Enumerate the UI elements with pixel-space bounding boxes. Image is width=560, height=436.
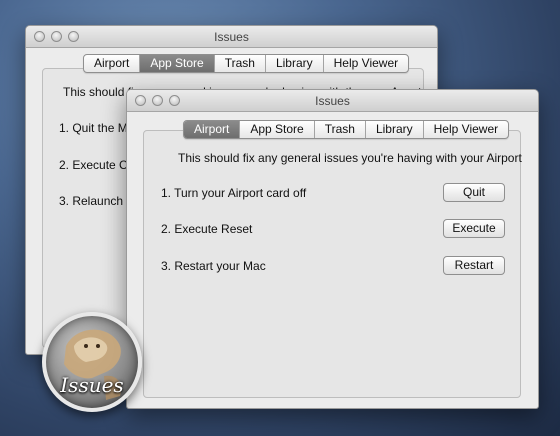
tab-app-store[interactable]: App Store <box>240 121 315 138</box>
tab-trash[interactable]: Trash <box>315 121 366 138</box>
description-text: This should fix any general issues you'r… <box>178 151 522 165</box>
step-3-label: 3. Restart your Mac <box>161 259 266 273</box>
step-1-label: 1. Turn your Airport card off <box>161 186 307 200</box>
window-controls <box>34 31 79 42</box>
tab-trash[interactable]: Trash <box>215 55 266 72</box>
app-icon-label: Issues <box>60 373 124 397</box>
tab-library[interactable]: Library <box>366 121 424 138</box>
execute-button[interactable]: Execute <box>443 219 505 238</box>
tab-content: This should fix any general issues you'r… <box>143 130 522 398</box>
window-title: Issues <box>214 30 249 44</box>
back-window-titlebar[interactable]: Issues <box>26 26 437 48</box>
tab-help-viewer[interactable]: Help Viewer <box>424 121 508 138</box>
tab-help-viewer[interactable]: Help Viewer <box>324 55 408 72</box>
cougar-app-icon[interactable]: Issues <box>42 312 142 412</box>
zoom-window-icon[interactable] <box>68 31 79 42</box>
front-window[interactable]: Issues Airport App Store Trash Library H… <box>126 89 539 409</box>
restart-button[interactable]: Restart <box>443 256 505 275</box>
tab-bar: Airport App Store Trash Library Help Vie… <box>183 120 510 139</box>
tab-airport[interactable]: Airport <box>84 55 141 72</box>
tab-app-store[interactable]: App Store <box>140 55 215 72</box>
tab-library[interactable]: Library <box>266 55 324 72</box>
close-window-icon[interactable] <box>135 95 146 106</box>
front-window-titlebar[interactable]: Issues <box>127 90 538 112</box>
window-title: Issues <box>315 94 350 108</box>
step-3-label: 3. Relaunch M <box>59 194 137 208</box>
minimize-window-icon[interactable] <box>51 31 62 42</box>
zoom-window-icon[interactable] <box>169 95 180 106</box>
tab-bar: Airport App Store Trash Library Help Vie… <box>83 54 410 73</box>
minimize-window-icon[interactable] <box>152 95 163 106</box>
window-controls <box>135 95 180 106</box>
close-window-icon[interactable] <box>34 31 45 42</box>
tab-airport[interactable]: Airport <box>184 121 241 138</box>
step-2-label: 2. Execute Reset <box>161 222 253 236</box>
quit-button[interactable]: Quit <box>443 183 505 202</box>
